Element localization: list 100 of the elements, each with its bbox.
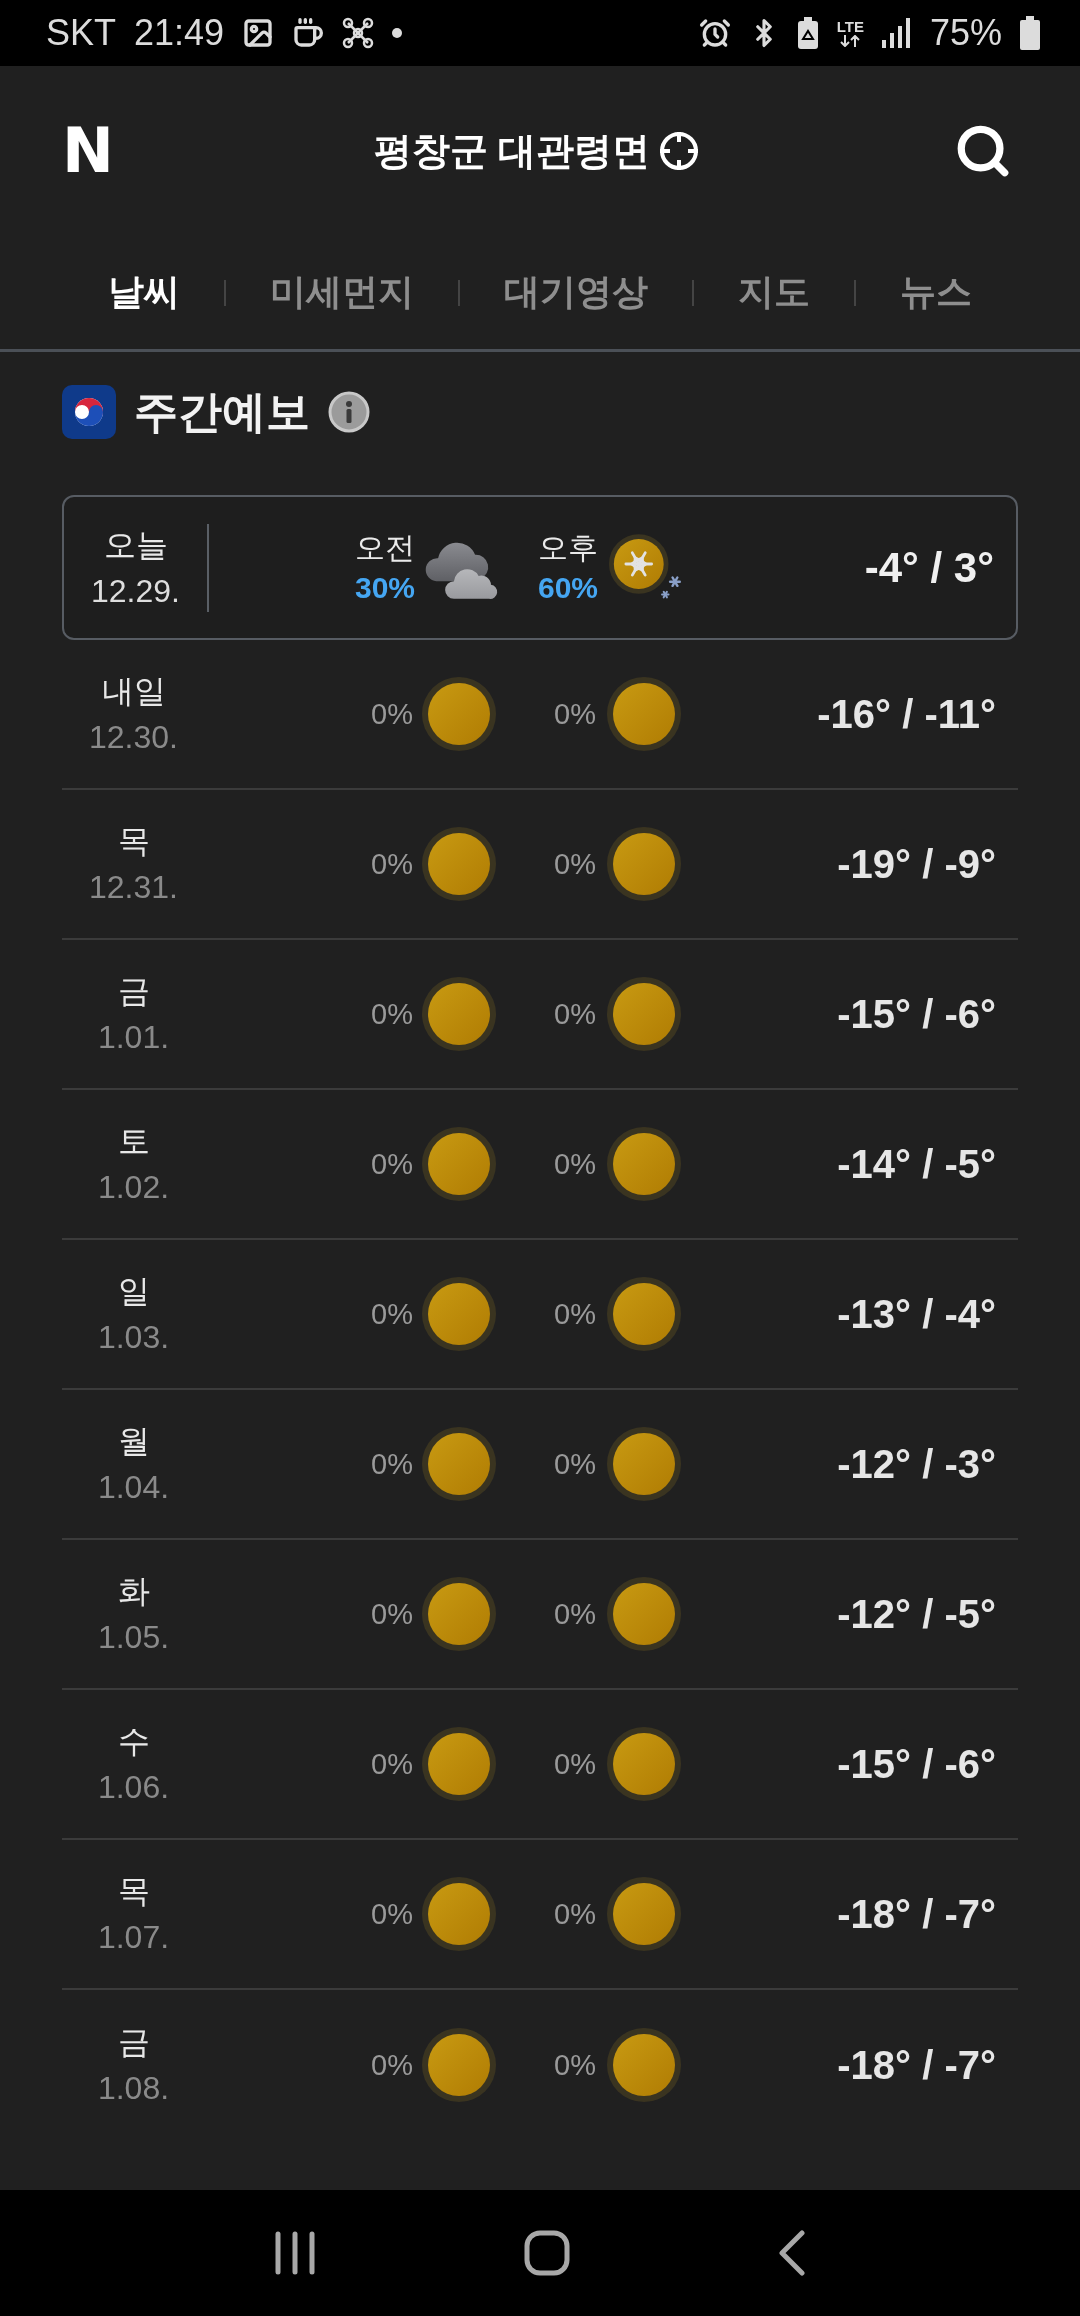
back-icon [778, 2230, 806, 2276]
precip-chance: 0% [371, 1747, 413, 1781]
temperature-range: -16° / -11° [817, 691, 997, 737]
network-type-label: LTE [836, 19, 864, 34]
precip-chance: 0% [371, 2048, 413, 2082]
afternoon-label: 오후 [537, 529, 598, 566]
day-label: 수 [117, 1722, 150, 1761]
battery-saver-icon [796, 17, 819, 49]
temperature-range: -15° / -6° [837, 991, 997, 1037]
precip-chance: 60% [537, 569, 598, 606]
sun-icon [607, 2028, 681, 2102]
sun-icon [422, 1577, 496, 1651]
section-title: 주간예보 [134, 385, 310, 438]
day-label: 화 [117, 1572, 150, 1611]
nav-tab[interactable]: 날씨 [108, 268, 180, 317]
date-label: 1.01. [97, 1018, 170, 1057]
date-label: 1.03. [97, 1318, 170, 1357]
nav-tab[interactable]: 미세먼지 [270, 268, 414, 317]
sun-icon [422, 827, 496, 901]
battery-icon [1020, 16, 1040, 50]
precip-chance: 0% [371, 1297, 413, 1331]
precip-chance: 0% [554, 1897, 596, 1931]
date-label: 1.05. [97, 1618, 170, 1657]
date-label: 1.08. [97, 2069, 170, 2108]
day-label: 목 [117, 822, 150, 861]
crosshair-icon[interactable] [658, 130, 701, 172]
precip-chance: 0% [371, 847, 413, 881]
sun-icon [422, 1877, 496, 1951]
precip-chance: 0% [554, 1597, 596, 1631]
date-label: 12.30. [89, 718, 178, 757]
recent-apps-icon [274, 2231, 316, 2275]
sun-icon [422, 1727, 496, 1801]
precip-chance: 0% [371, 1147, 413, 1181]
temperature-range: -19° / -9° [837, 841, 997, 887]
precip-chance: 0% [554, 1747, 596, 1781]
signal-bars-icon [881, 18, 912, 48]
sun-icon [607, 977, 681, 1051]
battery-percent: 75% [929, 15, 1002, 51]
precip-chance: 0% [371, 1597, 413, 1631]
sun-icon [607, 677, 681, 751]
image-icon [242, 17, 275, 49]
day-label: 일 [117, 1272, 150, 1311]
nav-tab[interactable]: 대기영상 [504, 268, 648, 317]
precip-chance: 0% [554, 1447, 596, 1481]
day-label: 금 [117, 2023, 150, 2062]
date-label: 1.04. [97, 1468, 170, 1507]
home-icon [524, 2230, 570, 2276]
temperature-range: -14° / -5° [837, 1141, 997, 1187]
nav-tab[interactable]: 지도 [738, 268, 810, 317]
sun-icon [607, 1577, 681, 1651]
day-label: 오늘 [103, 525, 168, 565]
sun-icon [607, 1277, 681, 1351]
temperature-range: -12° / -5° [837, 1591, 997, 1637]
precip-chance: 0% [371, 1447, 413, 1481]
temperature-range: -4° / 3° [864, 543, 995, 592]
sun-icon [607, 827, 681, 901]
date-label: 1.07. [97, 1918, 170, 1957]
precip-chance: 0% [554, 1147, 596, 1181]
precip-chance: 0% [554, 697, 596, 731]
day-label: 금 [117, 972, 150, 1011]
clock-time: 21:49 [134, 15, 225, 51]
date-label: 1.06. [97, 1768, 170, 1807]
precip-chance: 0% [554, 2048, 596, 2082]
swirl-logo-icon [62, 385, 116, 439]
sun-icon [607, 1127, 681, 1201]
sun-icon [422, 1127, 496, 1201]
day-label: 목 [117, 1872, 150, 1911]
precip-chance: 0% [371, 697, 413, 731]
carrier-name: SKT [46, 15, 116, 51]
nav-tab[interactable]: 뉴스 [900, 268, 972, 317]
precip-chance: 0% [554, 1297, 596, 1331]
precip-chance: 30% [354, 569, 415, 606]
date-label: 1.02. [97, 1168, 170, 1207]
back-button[interactable] [778, 2230, 806, 2276]
coffee-cup-icon [292, 17, 325, 49]
morning-label: 오전 [354, 529, 415, 566]
sun-icon [607, 1427, 681, 1501]
app-logo[interactable]: N [62, 120, 112, 182]
sun-icon [607, 1727, 681, 1801]
sun-icon [422, 1277, 496, 1351]
day-label: 월 [117, 1422, 150, 1461]
location-title[interactable]: 평창군 대관령면 [373, 125, 651, 177]
precip-chance: 0% [554, 847, 596, 881]
sun-icon [422, 677, 496, 751]
alarm-clock-icon [698, 17, 731, 49]
date-label: 12.29. [91, 571, 180, 611]
sun-icon [607, 1877, 681, 1951]
day-label: 내일 [101, 672, 166, 711]
precip-chance: 0% [554, 997, 596, 1031]
precip-chance: 0% [371, 1897, 413, 1931]
home-button[interactable] [524, 2230, 570, 2276]
info-icon[interactable] [328, 391, 370, 433]
sun-icon [422, 1427, 496, 1501]
dots-cluster-icon [342, 17, 375, 49]
date-label: 12.31. [89, 868, 178, 907]
temperature-range: -13° / -4° [837, 1291, 997, 1337]
sun-icon [422, 977, 496, 1051]
sun-icon [422, 2028, 496, 2102]
recent-apps-button[interactable] [274, 2231, 316, 2275]
temperature-range: -18° / -7° [837, 1891, 997, 1937]
